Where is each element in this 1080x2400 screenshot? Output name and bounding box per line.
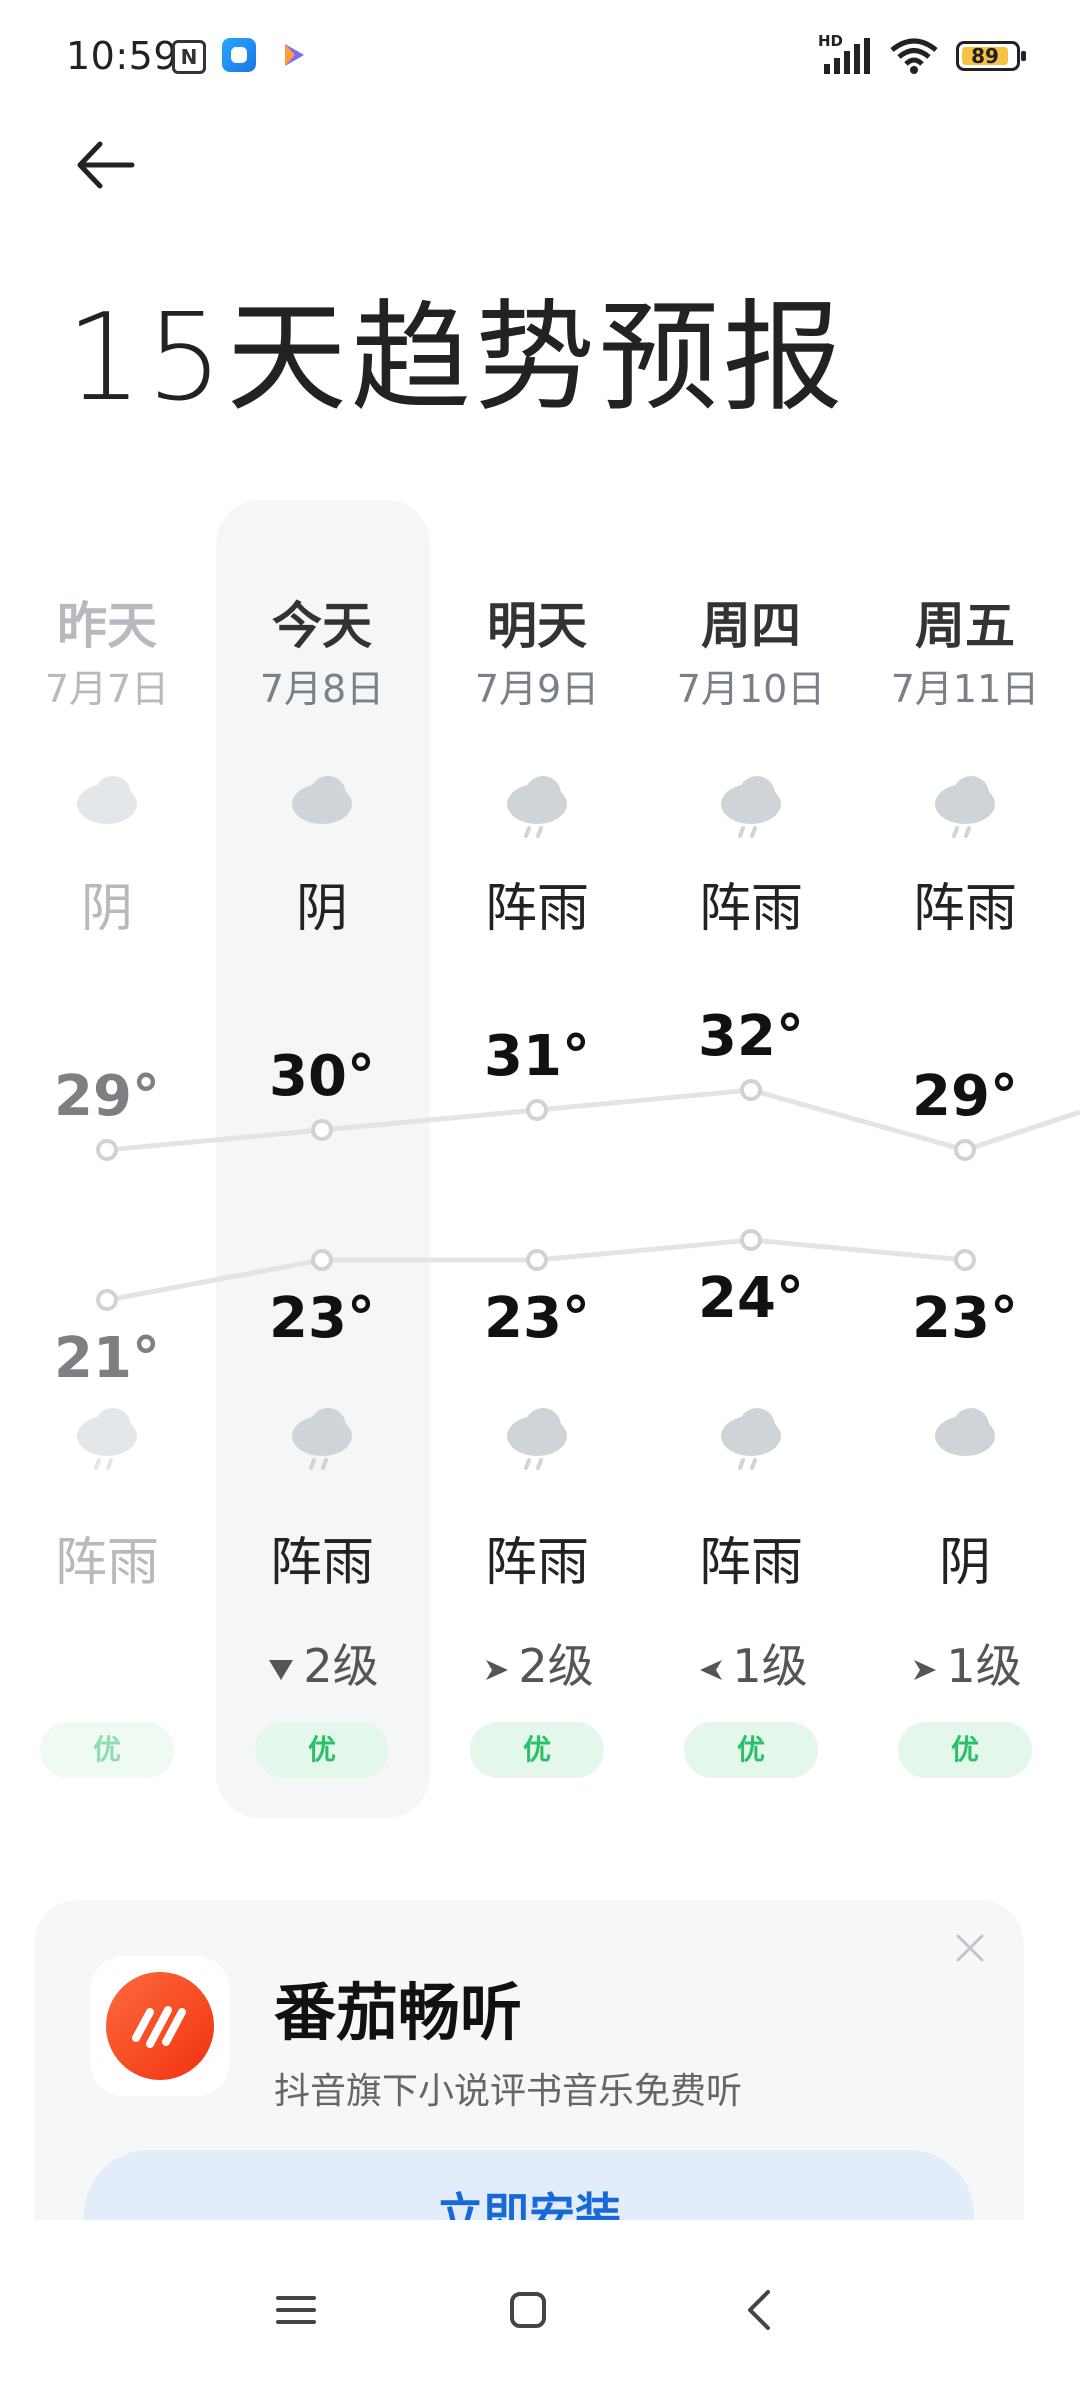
cloud-icon: [935, 1408, 995, 1456]
wind-level-text: 1级: [946, 1639, 1022, 1693]
high-temp: 29°: [54, 1064, 160, 1129]
wind-level: 2级: [215, 1630, 429, 1696]
aqi-badge: 优: [40, 1722, 174, 1778]
low-temp: 23°: [269, 1286, 375, 1351]
night-weather-icon: [715, 1402, 787, 1474]
wind-level-text: 2级: [303, 1639, 379, 1693]
day-weather-icon: [715, 770, 787, 842]
ad-subtitle: 抖音旗下小说评书音乐免费听: [274, 2071, 743, 2112]
forecast-day-today[interactable]: 今天 7月8日阴 30° 23° 阵雨 2级优: [215, 0, 429, 1850]
forecast-day[interactable]: 昨天 7月7日阴 29° 21° 阵雨优: [0, 0, 214, 1850]
app-logo-icon[interactable]: [90, 1956, 230, 2096]
day-date: 7月8日: [259, 667, 385, 711]
day-weather-label: 阵雨: [484, 879, 589, 939]
wind-level: 1级: [858, 1630, 1072, 1696]
menu-icon[interactable]: [266, 2280, 326, 2340]
aqi-badge: 优: [898, 1722, 1032, 1778]
aqi-badge: 优: [470, 1722, 604, 1778]
navigation-bar: [0, 2220, 1080, 2400]
night-weather-icon: [501, 1402, 573, 1474]
low-temp: 23°: [484, 1286, 590, 1351]
day-weather-label: 阴: [295, 879, 348, 939]
arrow-down-icon: [269, 1659, 294, 1680]
low-temp: 23°: [912, 1286, 1018, 1351]
high-temp: 31°: [484, 1024, 590, 1089]
wind-level: 2级: [430, 1630, 644, 1696]
rain-cloud-icon: [507, 776, 567, 838]
day-name: 周五: [915, 597, 1015, 655]
rain-cloud-icon: [935, 776, 995, 838]
rain-cloud-icon: [77, 1408, 137, 1470]
high-temp: 32°: [698, 1004, 804, 1069]
night-weather-label: 阵雨: [54, 1533, 159, 1593]
night-weather-label: 阵雨: [698, 1533, 803, 1593]
day-weather-label: 阴: [80, 879, 133, 939]
rain-cloud-icon: [721, 776, 781, 838]
home-icon[interactable]: [498, 2280, 558, 2340]
forecast-day[interactable]: 周五 7月11日阵雨 29° 23° 阴 1级优: [858, 0, 1072, 1850]
high-temp: 30°: [269, 1044, 375, 1109]
night-weather-icon: [929, 1402, 1001, 1474]
day-weather-icon: [286, 770, 358, 842]
day-date: 7月9日: [474, 667, 600, 711]
forecast-day[interactable]: 明天 7月9日阵雨 31° 23° 阵雨 2级优: [430, 0, 644, 1850]
day-weather-icon: [71, 770, 143, 842]
arrow-right-icon: [486, 1659, 509, 1680]
cloud-icon: [292, 776, 352, 824]
arrow-left-icon: [700, 1659, 723, 1680]
day-name: 周四: [701, 597, 801, 655]
arrow-right-icon: [914, 1659, 937, 1680]
day-name: 今天: [272, 597, 372, 655]
rain-cloud-icon: [507, 1408, 567, 1470]
night-weather-icon: [71, 1402, 143, 1474]
forecast-panel[interactable]: 昨天 7月7日阴 29° 21° 阵雨优 今天 7月8日阴 30° 23° 阵雨 2级优 明天 7月9日…: [0, 0, 1080, 1850]
back-icon[interactable]: [730, 2280, 790, 2340]
day-date: 7月7日: [44, 667, 170, 711]
day-weather-label: 阵雨: [912, 879, 1017, 939]
aqi-badge: 优: [684, 1722, 818, 1778]
low-temp: 24°: [698, 1266, 804, 1331]
night-weather-icon: [286, 1402, 358, 1474]
day-name: 昨天: [57, 597, 157, 655]
ad-title: 番茄畅听: [274, 1976, 523, 2049]
day-weather-icon: [501, 770, 573, 842]
night-weather-label: 阴: [938, 1533, 991, 1593]
forecast-day[interactable]: 周四 7月10日阵雨 32° 24° 阵雨 1级优: [644, 0, 858, 1850]
low-temp: 21°: [54, 1326, 160, 1391]
day-weather-icon: [929, 770, 1001, 842]
wind-level-text: 2级: [518, 1639, 594, 1693]
close-icon[interactable]: [952, 1930, 988, 1966]
aqi-badge: 优: [255, 1722, 389, 1778]
night-weather-label: 阵雨: [484, 1533, 589, 1593]
day-date: 7月10日: [676, 667, 826, 711]
day-date: 7月11日: [890, 667, 1040, 711]
night-weather-label: 阵雨: [269, 1533, 374, 1593]
wind-level: 1级: [644, 1630, 858, 1696]
day-name: 明天: [487, 597, 587, 655]
cloud-icon: [77, 776, 137, 824]
rain-cloud-icon: [292, 1408, 352, 1470]
high-temp: 29°: [912, 1064, 1018, 1129]
rain-cloud-icon: [721, 1408, 781, 1470]
wind-level-text: 1级: [732, 1639, 808, 1693]
day-weather-label: 阵雨: [698, 879, 803, 939]
